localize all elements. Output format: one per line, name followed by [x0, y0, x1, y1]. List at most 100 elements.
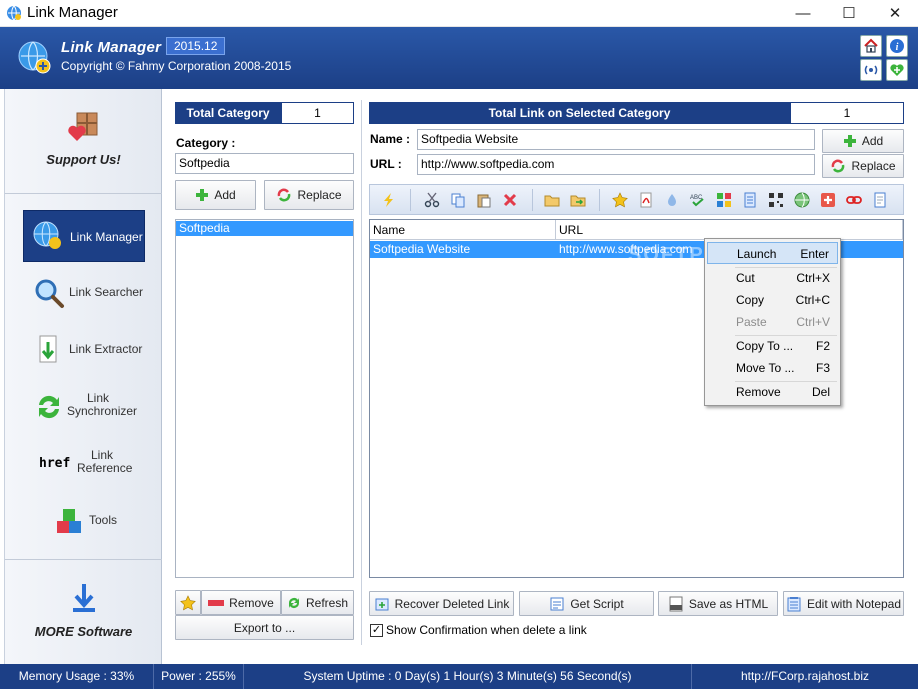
- broadcast-button[interactable]: [860, 59, 882, 81]
- status-bar: Memory Usage : 33% Power : 255% System U…: [0, 664, 918, 689]
- toolbar-separator: [410, 189, 411, 211]
- launch-tool[interactable]: [378, 189, 400, 211]
- paste-tool[interactable]: [473, 189, 495, 211]
- download-arrow-icon: [73, 584, 95, 612]
- copyright-text: Copyright © Fahmy Corporation 2008-2015: [61, 59, 292, 73]
- brand-name: Link Manager: [61, 39, 162, 56]
- pdf-tool[interactable]: [635, 189, 657, 211]
- plus-red-icon: [821, 193, 835, 207]
- paste-icon: [477, 194, 491, 208]
- favorite-tool[interactable]: [609, 189, 631, 211]
- sidebar-item-link-synchronizer[interactable]: Link Synchronizer: [5, 380, 162, 434]
- qrcode-tool[interactable]: [765, 189, 787, 211]
- url-input[interactable]: http://www.softpedia.com: [417, 154, 815, 175]
- app-globe-icon: [7, 5, 21, 21]
- menu-item-paste: Paste Ctrl+V: [736, 315, 830, 329]
- menu-item-copy[interactable]: Copy Ctrl+C: [707, 289, 838, 311]
- globe-green-icon: [794, 192, 810, 208]
- category-add-button[interactable]: Add: [175, 180, 256, 210]
- spellcheck-icon: ABC: [690, 195, 704, 207]
- link-toolbar: ABC: [369, 184, 904, 215]
- favorite-button[interactable]: [886, 59, 908, 81]
- page-icon: [874, 192, 886, 208]
- add-label: Add: [861, 134, 884, 148]
- link-replace-button[interactable]: Replace: [822, 154, 904, 178]
- save-as-html-button[interactable]: Save as HTML: [658, 591, 778, 616]
- clean-tool[interactable]: [661, 189, 683, 211]
- sidebar-item-link-searcher[interactable]: Link Searcher: [5, 266, 162, 320]
- sidebar-item-link-reference[interactable]: href Link Reference: [5, 437, 162, 491]
- category-input[interactable]: Softpedia: [175, 153, 354, 174]
- import-tool[interactable]: [541, 189, 563, 211]
- spellcheck-tool[interactable]: ABC: [687, 189, 709, 211]
- heart-plus-icon: [890, 64, 904, 76]
- minimize-button[interactable]: —: [780, 0, 826, 27]
- category-refresh-button[interactable]: Refresh: [281, 590, 354, 615]
- sidebar-item-label: Link Extractor: [69, 342, 143, 356]
- power-status: Power : 255%: [154, 664, 244, 689]
- refresh-icon: [288, 597, 299, 608]
- recover-deleted-link-button[interactable]: Recover Deleted Link: [369, 591, 514, 616]
- sidebar-item-link-manager[interactable]: Link Manager: [23, 210, 145, 262]
- column-header-url[interactable]: URL: [556, 220, 903, 240]
- menu-item-launch[interactable]: Launch Enter: [707, 242, 838, 264]
- row-name: Softpedia Website: [373, 242, 471, 256]
- website-link[interactable]: http://FCorp.rajahost.biz: [692, 664, 918, 689]
- sidebar-item-label: Link Reference: [77, 448, 133, 475]
- show-confirmation-checkbox[interactable]: ✓: [370, 624, 383, 637]
- grid-icon: [717, 193, 731, 207]
- title-bar: Link Manager — ☐ ✕: [0, 0, 918, 27]
- menu-item-move-to[interactable]: Move To ... F3: [707, 357, 838, 379]
- get-script-button[interactable]: Get Script: [519, 591, 654, 616]
- broadcast-icon: [864, 65, 878, 75]
- category-remove-button[interactable]: Remove: [201, 590, 281, 615]
- home-button[interactable]: [860, 35, 882, 57]
- unlink-tool[interactable]: [843, 189, 865, 211]
- list-item[interactable]: Softpedia: [176, 221, 353, 236]
- replace-label: Replace: [297, 188, 342, 202]
- menu-item-copy-to[interactable]: Copy To ... F2: [707, 335, 838, 357]
- link-add-button[interactable]: Add: [822, 129, 904, 153]
- grid-tool[interactable]: [713, 189, 735, 211]
- document-tool[interactable]: [739, 189, 761, 211]
- sidebar-item-tools[interactable]: Tools: [5, 494, 162, 548]
- home-icon: [864, 38, 878, 53]
- edit-with-notepad-button[interactable]: Edit with Notepad: [783, 591, 904, 616]
- total-category-label: Total Category: [175, 102, 281, 124]
- gift-heart-icon: [68, 112, 98, 141]
- menu-item-cut[interactable]: Cut Ctrl+X: [707, 267, 838, 289]
- sidebar-item-link-extractor[interactable]: Link Extractor: [5, 323, 162, 377]
- maximize-button[interactable]: ☐: [826, 0, 872, 27]
- info-button[interactable]: i: [886, 35, 908, 57]
- export-label: Export to ...: [233, 620, 296, 635]
- category-list[interactable]: Softpedia: [175, 219, 354, 578]
- category-label: Category :: [176, 136, 236, 150]
- total-category-value: 1: [281, 102, 354, 124]
- support-us-button[interactable]: Support Us!: [5, 89, 162, 194]
- cut-tool[interactable]: [421, 189, 443, 211]
- replace-icon: [832, 159, 845, 173]
- export-to-button[interactable]: Export to ...: [175, 615, 354, 640]
- favorite-category-button[interactable]: [175, 590, 201, 615]
- sidebar-item-label: Link Manager: [70, 230, 143, 244]
- add-label: Add: [214, 188, 236, 202]
- delete-tool[interactable]: [499, 189, 521, 211]
- total-link-value: 1: [790, 102, 904, 124]
- menu-item-remove[interactable]: Remove Del: [707, 381, 838, 403]
- replace-label: Replace: [851, 159, 896, 173]
- notes-tool[interactable]: [869, 189, 891, 211]
- column-header-name[interactable]: Name: [370, 220, 556, 240]
- name-input[interactable]: Softpedia Website: [417, 129, 815, 150]
- export-tool[interactable]: [567, 189, 589, 211]
- folder-arrow-icon: [570, 195, 586, 207]
- memory-usage: Memory Usage : 33%: [0, 664, 154, 689]
- browser-tool[interactable]: [791, 189, 813, 211]
- script-icon: [550, 597, 564, 610]
- html-label: Save as HTML: [688, 596, 769, 611]
- close-button[interactable]: ✕: [872, 0, 918, 27]
- html-file-icon: [669, 596, 683, 611]
- category-replace-button[interactable]: Replace: [264, 180, 354, 210]
- add-red-tool[interactable]: [817, 189, 839, 211]
- more-software-button[interactable]: MORE Software: [5, 559, 162, 664]
- copy-tool[interactable]: [447, 189, 469, 211]
